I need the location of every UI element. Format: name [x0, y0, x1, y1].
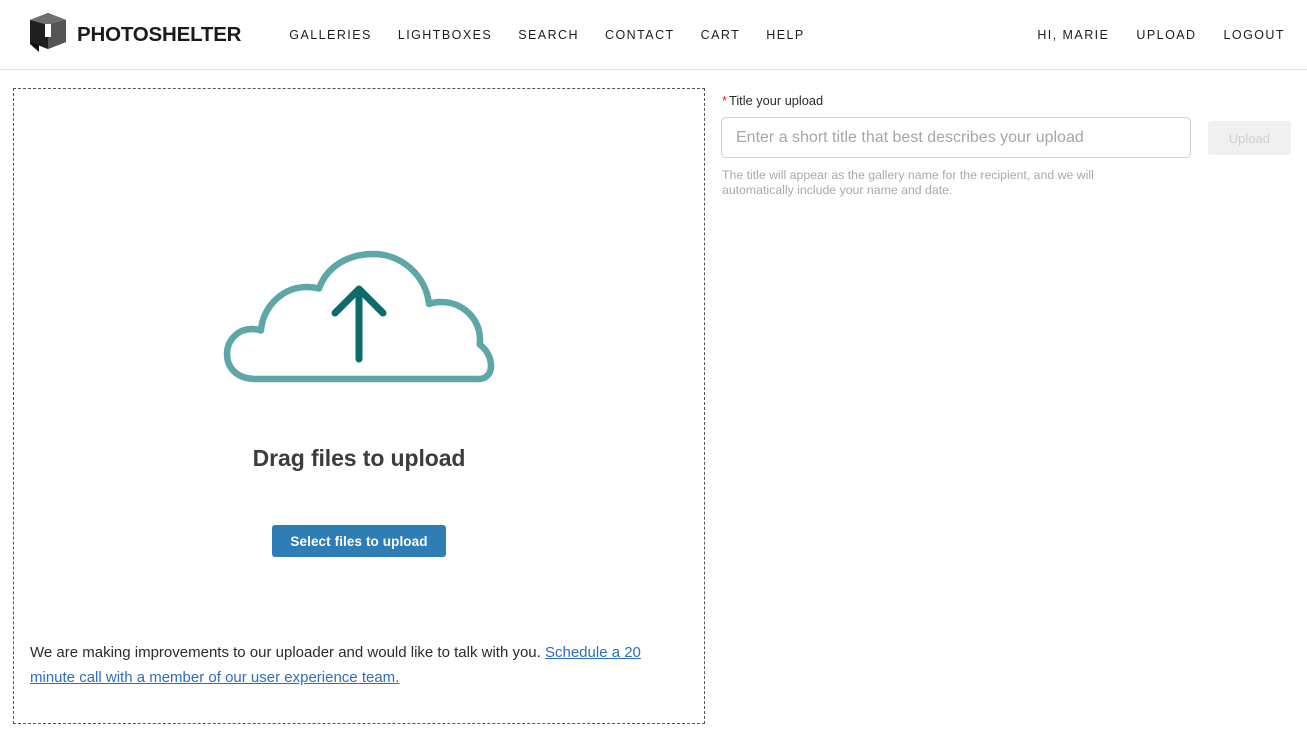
nav-upload[interactable]: UPLOAD	[1136, 22, 1196, 48]
site-header: PHOTOSHELTER GALLERIES LIGHTBOXES SEARCH…	[0, 0, 1307, 70]
user-navigation: HI, MARIE UPLOAD LOGOUT	[1010, 22, 1285, 48]
title-field-label: * Title your upload	[722, 93, 1291, 109]
nav-search[interactable]: SEARCH	[518, 22, 579, 48]
notice-text: We are making improvements to our upload…	[30, 644, 545, 661]
nav-contact[interactable]: CONTACT	[605, 22, 675, 48]
dropzone-title: Drag files to upload	[252, 445, 466, 471]
nav-galleries[interactable]: GALLERIES	[289, 22, 372, 48]
cloud-upload-icon	[222, 249, 496, 389]
title-field-help-text: The title will appear as the gallery nam…	[722, 168, 1094, 197]
user-greeting[interactable]: HI, MARIE	[1037, 22, 1109, 48]
select-files-button[interactable]: Select files to upload	[272, 525, 446, 557]
dropzone-content: Drag files to upload Select files to upl…	[14, 89, 704, 649]
photoshelter-cube-logo-icon	[28, 11, 68, 58]
main-navigation: GALLERIES LIGHTBOXES SEARCH CONTACT CART…	[289, 22, 804, 48]
upload-details-panel: *Title your upload Upload The title will…	[721, 88, 1291, 209]
brand-wordmark: PHOTOSHELTER	[77, 22, 242, 46]
nav-logout[interactable]: LOGOUT	[1224, 22, 1285, 48]
nav-lightboxes[interactable]: LIGHTBOXES	[398, 22, 492, 48]
upload-title-input[interactable]	[721, 117, 1191, 158]
brand-logo-link[interactable]: PHOTOSHELTER	[28, 11, 241, 58]
required-asterisk: *	[722, 93, 727, 108]
nav-cart[interactable]: CART	[701, 22, 741, 48]
nav-help[interactable]: HELP	[766, 22, 804, 48]
title-field-row: Upload	[721, 117, 1291, 158]
upload-submit-button[interactable]: Upload	[1207, 121, 1291, 155]
title-label-text: Title your upload	[728, 93, 824, 108]
uploader-feedback-notice: We are making improvements to our upload…	[30, 641, 688, 690]
file-dropzone[interactable]: Drag files to upload Select files to upl…	[13, 88, 705, 724]
